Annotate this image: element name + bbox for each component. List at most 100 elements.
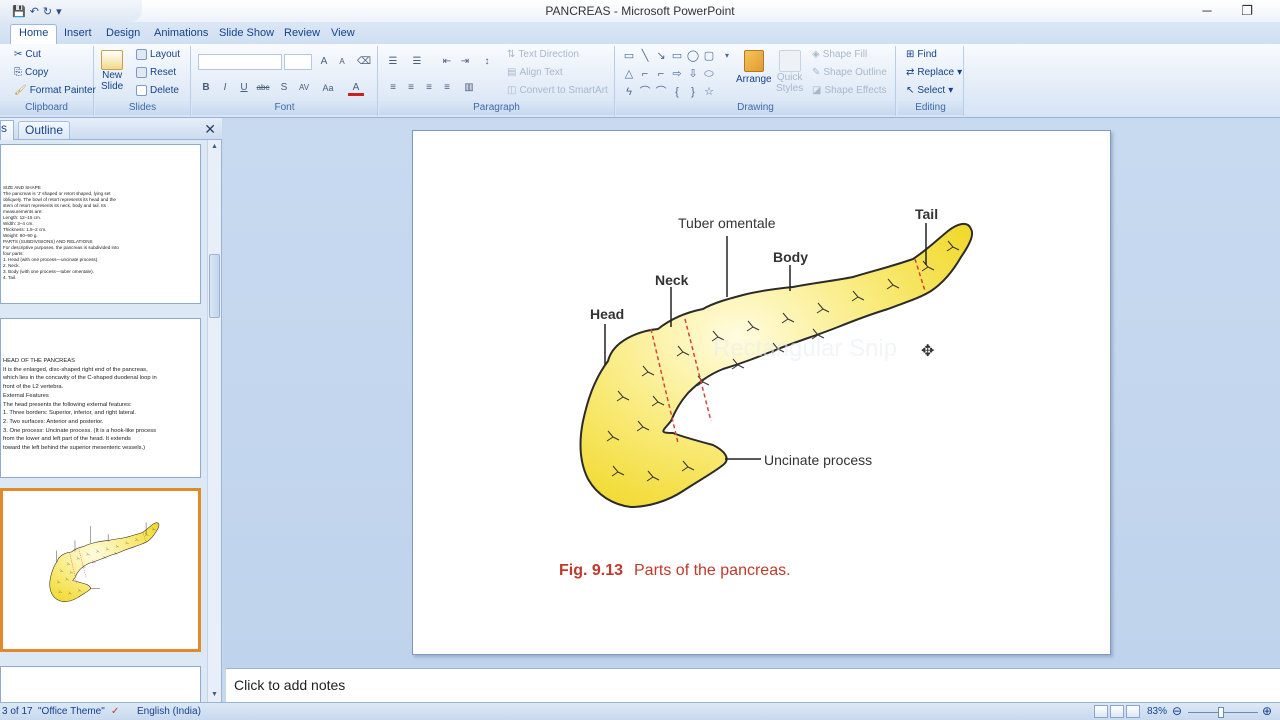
scroll-down-icon[interactable]: ▼	[208, 688, 221, 702]
align-left-icon[interactable]: ≡	[385, 80, 401, 96]
shape-fill-button[interactable]: ◈ Shape Fill	[812, 49, 867, 60]
bullets-icon[interactable]: ☰	[385, 54, 401, 70]
zoom-level[interactable]: 83%	[1147, 706, 1167, 717]
shadow-button[interactable]: S	[276, 80, 292, 96]
tab-slide-show[interactable]: Slide Show	[211, 25, 282, 44]
zoom-slider-knob[interactable]	[1218, 707, 1224, 718]
convert-smartart-button[interactable]: ◫ Convert to SmartArt	[507, 85, 608, 96]
delete-button[interactable]: Delete	[136, 85, 179, 96]
pen-icon: ✎	[812, 67, 821, 78]
shrink-font-button[interactable]: A	[334, 54, 350, 70]
slide-thumbnail-1[interactable]: SIZE AND SHAPE The pancreas is 'J' shape…	[0, 144, 201, 304]
align-center-icon[interactable]: ≡	[403, 80, 419, 96]
reset-button[interactable]: Reset	[136, 67, 176, 78]
restore-button[interactable]: ❐	[1232, 3, 1262, 19]
down-arrow-shape-icon[interactable]: ⇩	[686, 67, 700, 81]
elbow-arrow-icon[interactable]: ⌐	[654, 67, 668, 81]
numbering-icon[interactable]: ☰	[409, 54, 425, 70]
slide-thumbnail-2[interactable]: HEAD OF THE PANCREAS It is the enlarged,…	[0, 318, 201, 478]
oval-shape-icon[interactable]: ◯	[686, 49, 700, 63]
align-right-icon[interactable]: ≡	[421, 80, 437, 96]
shape-effects-button[interactable]: ◪ Shape Effects	[812, 85, 887, 96]
scrollbar-thumb[interactable]	[209, 254, 220, 318]
new-slide-button[interactable]: New Slide	[101, 50, 123, 92]
line-spacing-icon[interactable]: ↕	[479, 54, 495, 70]
slide-show-view-button[interactable]	[1126, 705, 1140, 718]
strikethrough-button[interactable]: abc	[255, 80, 271, 96]
tab-home[interactable]: Home	[10, 24, 58, 45]
cut-button[interactable]: ✂ Cut	[14, 49, 41, 60]
current-slide[interactable]: Tuber omentale Tail Body Neck Head Uncin…	[412, 130, 1111, 655]
char-spacing-button[interactable]: AV	[296, 80, 312, 96]
font-color-button[interactable]: A	[348, 80, 364, 96]
flowchart-shape-icon[interactable]: ⬭	[702, 67, 716, 81]
text-direction-label: Text Direction	[518, 49, 579, 60]
tab-outline[interactable]: Outline	[18, 121, 71, 139]
decrease-indent-icon[interactable]: ⇤	[439, 54, 455, 70]
zoom-in-icon[interactable]: ⊕	[1262, 704, 1272, 718]
copy-button[interactable]: ⎘ Copy	[14, 67, 48, 78]
line-shape-icon[interactable]: ╲	[638, 49, 652, 63]
notes-placeholder[interactable]: Click to add notes	[234, 677, 345, 693]
spellcheck-icon[interactable]: ✓	[111, 706, 119, 717]
copy-icon: ⎘	[14, 67, 22, 78]
elbow-connector-icon[interactable]: ⌐	[638, 67, 652, 81]
tab-review[interactable]: Review	[276, 25, 328, 44]
label-uncinate-process: Uncinate process	[764, 452, 872, 468]
slide-thumbnail-3-selected[interactable]	[0, 488, 201, 652]
left-brace-icon[interactable]: {	[670, 85, 684, 99]
triangle-shape-icon[interactable]: △	[622, 67, 636, 81]
rounded-rect-shape-icon[interactable]: ▢	[702, 49, 716, 63]
right-arrow-shape-icon[interactable]: ⇨	[670, 67, 684, 81]
quick-styles-button[interactable]: Quick Styles	[776, 50, 803, 94]
columns-icon[interactable]: ▥	[461, 80, 477, 96]
pancreas-figure[interactable]: Tuber omentale Tail Body Neck Head Uncin…	[413, 131, 1112, 656]
font-size-combo[interactable]	[284, 54, 312, 70]
arc-shape-icon[interactable]: ⌒	[654, 85, 668, 99]
clear-format-button[interactable]: ⌫	[356, 54, 372, 70]
tab-animations[interactable]: Animations	[146, 25, 216, 44]
normal-view-button[interactable]	[1094, 705, 1108, 718]
textbox-shape-icon[interactable]: ▭	[622, 49, 636, 63]
arrange-button[interactable]: Arrange	[736, 50, 772, 85]
notes-pane[interactable]: Click to add notes	[226, 668, 1280, 702]
rectangle-shape-icon[interactable]: ▭	[670, 49, 684, 63]
zoom-out-icon[interactable]: ⊖	[1172, 704, 1182, 718]
align-text-button[interactable]: ▤ Align Text	[507, 67, 563, 78]
increase-indent-icon[interactable]: ⇥	[457, 54, 473, 70]
close-icon[interactable]: ✕	[204, 121, 216, 138]
slide-thumbnail-4[interactable]	[0, 666, 201, 702]
shapes-more-icon[interactable]: ▾	[720, 49, 734, 63]
replace-button[interactable]: ⇄ Replace ▾	[906, 67, 962, 78]
star-shape-icon[interactable]: ☆	[702, 85, 716, 99]
language-indicator[interactable]: English (India)	[137, 706, 201, 717]
italic-button[interactable]: I	[217, 80, 233, 96]
bold-button[interactable]: B	[198, 80, 214, 96]
underline-button[interactable]: U	[236, 80, 252, 96]
minimize-button[interactable]: ─	[1192, 3, 1222, 18]
arrow-line-shape-icon[interactable]: ↘	[654, 49, 668, 63]
slides-label: Slides	[95, 101, 190, 115]
tab-insert[interactable]: Insert	[56, 25, 100, 44]
tab-view[interactable]: View	[323, 25, 363, 44]
slide-sorter-view-button[interactable]	[1110, 705, 1124, 718]
scroll-up-icon[interactable]: ▲	[208, 140, 221, 154]
select-button[interactable]: ↖ Select ▾	[906, 85, 953, 96]
font-name-combo[interactable]	[198, 54, 282, 70]
change-case-button[interactable]: Aa	[320, 80, 336, 96]
find-button[interactable]: ⊞ Find	[906, 49, 937, 60]
layout-button[interactable]: Layout	[136, 49, 180, 60]
shape-outline-button[interactable]: ✎ Shape Outline	[812, 67, 887, 78]
right-brace-icon[interactable]: }	[686, 85, 700, 99]
format-painter-button[interactable]: 🖌 Format Painter	[14, 85, 96, 96]
grow-font-button[interactable]: A	[316, 54, 332, 70]
tab-design[interactable]: Design	[98, 25, 148, 44]
text-direction-button[interactable]: ⇅ Text Direction	[507, 49, 579, 60]
curve-shape-icon[interactable]: ⌒	[638, 85, 652, 99]
tab-slides[interactable]: s	[0, 120, 14, 140]
justify-icon[interactable]: ≡	[439, 80, 455, 96]
thumbnails-scrollbar[interactable]: ▲ ▼	[207, 140, 221, 702]
drawing-label: Drawing	[616, 101, 895, 115]
reset-icon	[136, 67, 147, 78]
lightning-shape-icon[interactable]: ϟ	[622, 85, 636, 99]
